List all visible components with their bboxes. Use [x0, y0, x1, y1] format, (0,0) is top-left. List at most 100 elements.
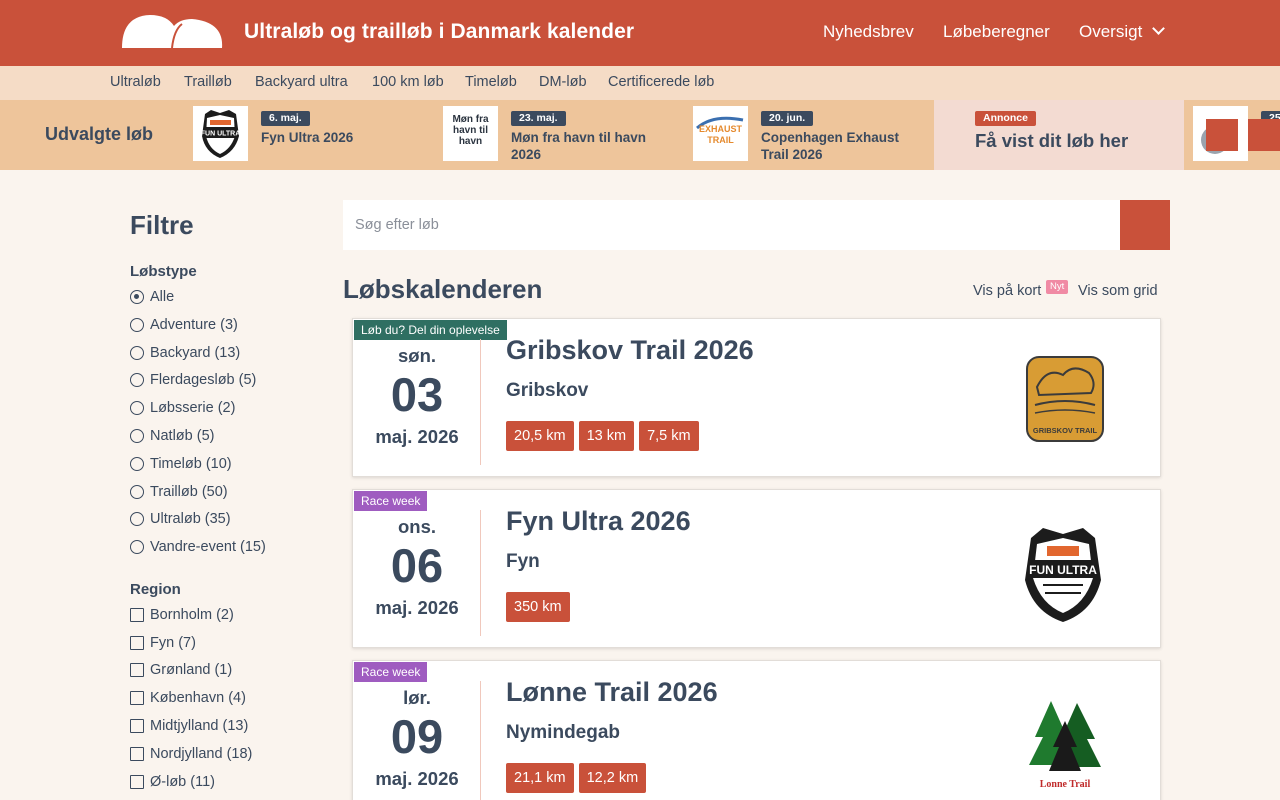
- category-link[interactable]: 100 km løb: [372, 74, 444, 90]
- featured-name: Møn fra havn til havn 2026: [511, 130, 647, 162]
- race-month: maj. 2026: [375, 597, 459, 618]
- new-badge: Nyt: [1046, 280, 1069, 294]
- checkbox-icon[interactable]: [130, 636, 144, 650]
- category-link[interactable]: DM-løb: [539, 74, 587, 90]
- checkbox-icon[interactable]: [130, 719, 144, 733]
- checkbox-icon[interactable]: [130, 775, 144, 789]
- race-date: ons. 06 maj. 2026: [353, 510, 481, 636]
- race-logo: FUN ULTRA: [1025, 528, 1101, 622]
- site-title[interactable]: Ultraløb og trailløb i Danmark kalender: [244, 20, 634, 44]
- featured-title: Udvalgte løb: [45, 124, 154, 144]
- top-header: Ultraløb og trailløb i Danmark kalender …: [0, 0, 1280, 66]
- share-experience-badge[interactable]: Løb du? Del din oplevelse: [354, 320, 507, 340]
- nav-overview-label: Oversigt: [1079, 22, 1143, 41]
- radio-icon[interactable]: [130, 540, 144, 554]
- race-card[interactable]: Race week ons. 06 maj. 2026 Fyn Ultra 20…: [352, 489, 1161, 648]
- distance-tag[interactable]: 21,1 km: [506, 763, 574, 793]
- radio-icon[interactable]: [130, 318, 144, 332]
- race-day: 06: [390, 539, 444, 592]
- featured-date: 6. maj.: [261, 111, 310, 126]
- svg-text:GRIBSKOV TRAIL: GRIBSKOV TRAIL: [1033, 426, 1098, 435]
- category-bar: Ultraløb Trailløb Backyard ultra 100 km …: [0, 66, 1280, 100]
- filters-title: Filtre: [130, 210, 194, 240]
- radio-icon[interactable]: [130, 457, 144, 471]
- race-name[interactable]: Gribskov Trail 2026: [506, 335, 754, 366]
- category-link[interactable]: Ultraløb: [110, 74, 161, 90]
- svg-text:FUN ULTRA: FUN ULTRA: [1029, 563, 1097, 577]
- radio-icon[interactable]: [130, 346, 144, 360]
- view-on-map-link[interactable]: Vis på kort: [973, 283, 1041, 299]
- ad-badge: Annonce: [975, 111, 1036, 126]
- featured-date: 23. maj.: [511, 111, 566, 126]
- race-week-badge: Race week: [354, 491, 428, 511]
- race-logo-thumb: Møn fra havn til havn: [443, 106, 498, 161]
- race-location: Gribskov: [506, 380, 589, 401]
- race-logo-thumb: EXHAUST TRAIL: [693, 106, 748, 161]
- advertise-your-race[interactable]: Annonce Få vist dit løb her: [934, 100, 1184, 170]
- race-name[interactable]: Lønne Trail 2026: [506, 677, 718, 708]
- race-week-badge: Race week: [354, 662, 428, 682]
- carousel-prev-button[interactable]: [1206, 119, 1238, 151]
- featured-race[interactable]: EXHAUST TRAIL 20. jun. Copenhagen Exhaus…: [693, 100, 933, 170]
- featured-races-strip: Udvalgte løb FUN ULTRA 6. maj. Fyn Ultra…: [0, 100, 1280, 170]
- race-card[interactable]: Løb du? Del din oplevelse søn. 03 maj. 2…: [352, 318, 1161, 477]
- race-distances: 20,5 km 13 km 7,5 km: [506, 421, 704, 451]
- svg-text:Lonne Trail: Lonne Trail: [1040, 779, 1091, 790]
- race-location: Nymindegab: [506, 722, 621, 743]
- checkbox-icon[interactable]: [130, 663, 144, 677]
- race-day: 09: [390, 710, 444, 763]
- featured-race[interactable]: FUN ULTRA 6. maj. Fyn Ultra 2026: [193, 100, 433, 170]
- site-logo[interactable]: [122, 14, 224, 48]
- svg-text:FUN ULTRA: FUN ULTRA: [201, 131, 241, 138]
- nav-newsletter[interactable]: Nyhedsbrev: [823, 22, 914, 42]
- carousel-next-button[interactable]: [1248, 119, 1280, 151]
- featured-name: Copenhagen Exhaust Trail 2026: [761, 130, 900, 162]
- radio-selected-icon[interactable]: [130, 290, 144, 304]
- search-button[interactable]: [1120, 200, 1170, 250]
- category-link[interactable]: Backyard ultra: [255, 74, 348, 90]
- featured-date: 20. jun.: [761, 111, 814, 126]
- race-logo-thumb: FUN ULTRA: [193, 106, 248, 161]
- checkbox-icon[interactable]: [130, 691, 144, 705]
- chevron-down-icon: [1152, 22, 1166, 35]
- race-distances: 350 km: [506, 592, 575, 622]
- checkbox-icon[interactable]: [130, 608, 144, 622]
- race-distances: 21,1 km 12,2 km: [506, 763, 651, 793]
- checkbox-icon[interactable]: [130, 747, 144, 761]
- race-logo: Lonne Trail: [1029, 701, 1101, 790]
- distance-tag[interactable]: 350 km: [506, 592, 570, 622]
- race-weekday: ons.: [397, 516, 437, 537]
- distance-tag[interactable]: 12,2 km: [578, 763, 647, 793]
- race-logo: GRIBSKOV TRAIL: [1026, 356, 1104, 442]
- category-link[interactable]: Trailløb: [184, 74, 232, 90]
- radio-icon[interactable]: [130, 485, 144, 499]
- race-weekday: lør.: [403, 687, 431, 708]
- race-month: maj. 2026: [375, 426, 459, 447]
- featured-race[interactable]: Møn fra havn til havn 23. maj. Møn fra h…: [443, 100, 683, 170]
- region-title: Region: [130, 581, 181, 598]
- featured-name: Fyn Ultra 2026: [261, 130, 354, 145]
- radio-icon[interactable]: [130, 401, 144, 415]
- view-as-grid-link[interactable]: Vis som grid: [1078, 283, 1158, 299]
- race-date: lør. 09 maj. 2026: [353, 681, 481, 800]
- radio-icon[interactable]: [130, 373, 144, 387]
- nav-run-calculator[interactable]: Løbeberegner: [943, 22, 1050, 42]
- radio-icon[interactable]: [130, 429, 144, 443]
- ad-text: Få vist dit løb her: [975, 130, 1129, 151]
- category-link[interactable]: Certificerede løb: [608, 74, 714, 90]
- distance-tag[interactable]: 7,5 km: [639, 421, 699, 451]
- radio-icon[interactable]: [130, 512, 144, 526]
- race-location: Fyn: [506, 551, 540, 572]
- race-name[interactable]: Fyn Ultra 2026: [506, 506, 691, 537]
- race-card[interactable]: Race week lør. 09 maj. 2026 Lønne Trail …: [352, 660, 1161, 800]
- distance-tag[interactable]: 13 km: [578, 421, 635, 451]
- search-input[interactable]: [343, 200, 1120, 250]
- race-day: 03: [390, 368, 444, 421]
- race-weekday: søn.: [397, 345, 437, 366]
- distance-tag[interactable]: 20,5 km: [506, 421, 574, 451]
- nav-overview[interactable]: Oversigt: [1079, 22, 1166, 42]
- race-date: søn. 03 maj. 2026: [353, 339, 481, 465]
- race-month: maj. 2026: [375, 768, 459, 789]
- category-link[interactable]: Timeløb: [465, 74, 517, 90]
- race-type-title: Løbstype: [130, 263, 197, 280]
